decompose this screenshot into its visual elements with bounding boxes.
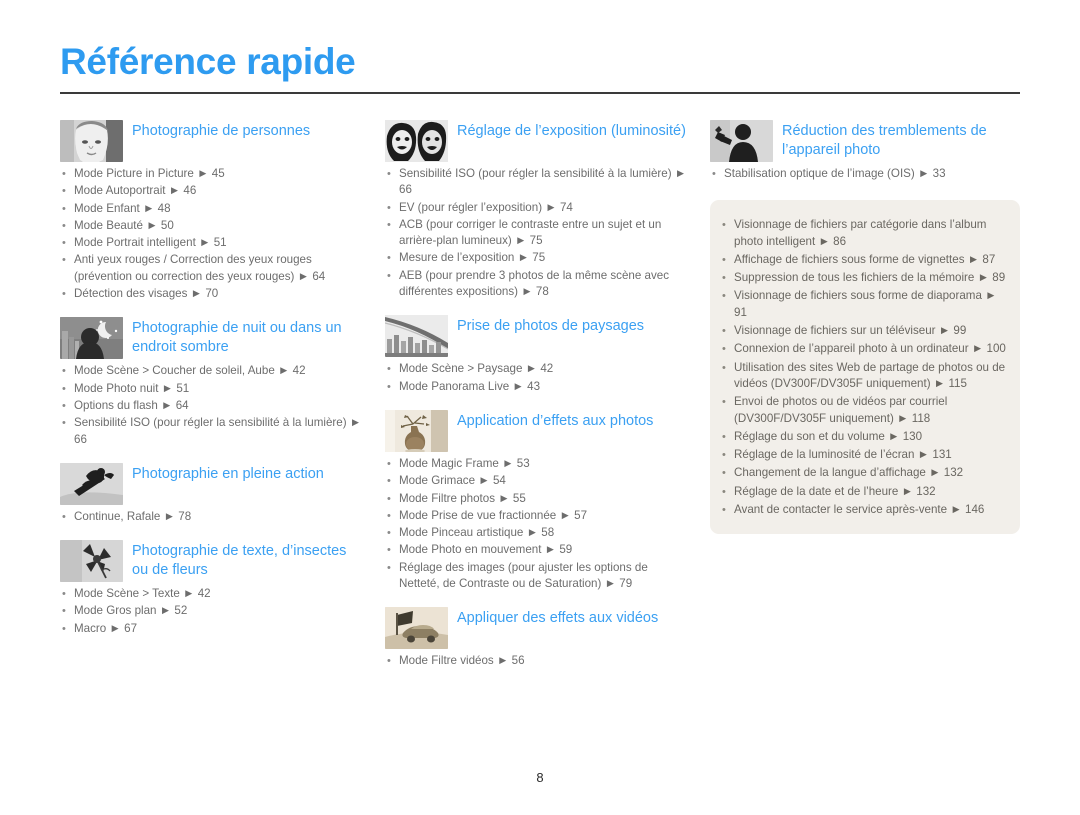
- section-header: Prise de photos de paysages: [385, 314, 688, 358]
- section-items: Mode Picture in Picture ► 45 Mode Autopo…: [60, 166, 363, 303]
- list-item: Avant de contacter le service après-vent…: [720, 502, 1006, 519]
- list-item: Mode Scène > Coucher de soleil, Aube ► 4…: [60, 363, 363, 380]
- section-title: Photographie de nuit ou dans un endroit …: [132, 320, 342, 356]
- list-item: Mesure de l’exposition ► 75: [385, 250, 688, 267]
- list-item: Mode Enfant ► 48: [60, 201, 363, 218]
- list-item: Visionnage de fichiers sous forme de dia…: [720, 288, 1006, 321]
- list-item: Réglage du son et du volume ► 130: [720, 429, 1006, 446]
- section-photo-effects: Application d’effets aux photos Mode Mag…: [385, 409, 688, 592]
- section-title: Photographie en pleine action: [132, 465, 324, 482]
- section-title: Réglage de l’exposition (luminosité): [457, 123, 686, 139]
- section-title: Application d’effets aux photos: [457, 412, 654, 429]
- section-header: Appliquer des effets aux vidéos: [385, 606, 688, 650]
- section-items: Continue, Rafale ► 78: [60, 509, 363, 526]
- section-items: Sensibilité ISO (pour régler la sensibil…: [385, 166, 688, 300]
- list-item: Mode Filtre photos ► 55: [385, 491, 688, 508]
- list-item: Mode Pinceau artistique ► 58: [385, 525, 688, 542]
- list-item: Affichage de fichiers sous forme de vign…: [720, 252, 1006, 269]
- list-item: Mode Scène > Paysage ► 42: [385, 361, 688, 378]
- flower-macro-thumbnail: [60, 540, 123, 583]
- section-camera-shake-reduction: Réduction des tremblements de l’appareil…: [710, 119, 1020, 183]
- section-people-photography: Photographie de personnes Mode Picture i…: [60, 119, 363, 303]
- list-item: Mode Prise de vue fractionnée ► 57: [385, 508, 688, 525]
- list-item: Mode Autoportrait ► 46: [60, 183, 363, 200]
- list-item: Mode Scène > Texte ► 42: [60, 586, 363, 603]
- info-box-items: Visionnage de fichiers par catégorie dan…: [720, 217, 1006, 518]
- playback-settings-info-box: Visionnage de fichiers par catégorie dan…: [710, 200, 1020, 535]
- section-title: Réduction des tremblements de l’appareil…: [782, 123, 987, 158]
- section-header: Réglage de l’exposition (luminosité): [385, 119, 688, 162]
- list-item: Continue, Rafale ► 78: [60, 509, 363, 526]
- list-item: Mode Beauté ► 50: [60, 218, 363, 235]
- quick-reference-page: Référence rapide Photographie de personn…: [0, 0, 1080, 815]
- section-items: Mode Magic Frame ► 53 Mode Grimace ► 54 …: [385, 456, 688, 592]
- page-title: Référence rapide: [60, 41, 356, 82]
- section-header: Photographie de personnes: [60, 119, 363, 162]
- list-item: Mode Photo nuit ► 51: [60, 381, 363, 398]
- section-night-photography: Photographie de nuit ou dans un endroit …: [60, 316, 363, 447]
- section-title: Prise de photos de paysages: [457, 318, 645, 335]
- list-item: Suppression de tous les fichiers de la m…: [720, 270, 1006, 287]
- section-header: Photographie en pleine action: [60, 462, 363, 505]
- column-3: Réduction des tremblements de l’appareil…: [710, 119, 1020, 535]
- list-item: Macro ► 67: [60, 621, 363, 638]
- section-header: Photographie de nuit ou dans un endroit …: [60, 316, 363, 360]
- list-item: Sensibilité ISO (pour régler la sensibil…: [60, 415, 363, 448]
- section-title: Photographie de personnes: [132, 123, 311, 139]
- list-item: Réglage de la date et de l’heure ► 132: [720, 484, 1006, 501]
- section-landscape-photography: Prise de photos de paysages Mode Scène >…: [385, 314, 688, 395]
- list-item: ACB (pour corriger le contraste entre un…: [385, 217, 688, 250]
- section-video-effects: Appliquer des effets aux vidéos Mode Fil…: [385, 606, 688, 670]
- column-2: Réglage de l’exposition (luminosité) Sen…: [385, 119, 710, 684]
- list-item: Mode Grimace ► 54: [385, 473, 688, 490]
- section-exposure-settings: Réglage de l’exposition (luminosité) Sen…: [385, 119, 688, 300]
- section-title: Appliquer des effets aux vidéos: [457, 610, 659, 627]
- list-item: Mode Gros plan ► 52: [60, 603, 363, 620]
- section-header: Réduction des tremblements de l’appareil…: [710, 119, 1020, 162]
- section-header: Photographie de texte, d’insectes ou de …: [60, 539, 363, 583]
- vase-effects-thumbnail: [385, 409, 448, 452]
- two-faces-exposure-thumbnail: [385, 120, 448, 162]
- list-item: Connexion de l’appareil photo à un ordin…: [720, 341, 1006, 358]
- content-columns: Photographie de personnes Mode Picture i…: [60, 119, 1020, 684]
- section-items: Mode Scène > Paysage ► 42 Mode Panorama …: [385, 361, 688, 395]
- section-items: Mode Scène > Coucher de soleil, Aube ► 4…: [60, 363, 363, 447]
- list-item: Mode Picture in Picture ► 45: [60, 166, 363, 183]
- list-item: Mode Panorama Live ► 43: [385, 379, 688, 396]
- title-divider: [60, 92, 1020, 94]
- list-item: Réglage des images (pour ajuster les opt…: [385, 560, 688, 593]
- night-scene-thumbnail: [60, 317, 123, 360]
- section-items: Mode Filtre vidéos ► 56: [385, 653, 688, 670]
- column-1: Photographie de personnes Mode Picture i…: [60, 119, 385, 651]
- section-items: Mode Scène > Texte ► 42 Mode Gros plan ►…: [60, 586, 363, 637]
- list-item: Changement de la langue d’affichage ► 13…: [720, 465, 1006, 482]
- list-item: Utilisation des sites Web de partage de …: [720, 360, 1006, 393]
- section-title: Photographie de texte, d’insectes ou de …: [132, 543, 347, 579]
- list-item: Envoi de photos ou de vidéos par courrie…: [720, 394, 1006, 427]
- portrait-face-thumbnail: [60, 120, 123, 162]
- list-item: Sensibilité ISO (pour régler la sensibil…: [385, 166, 688, 199]
- list-item: Mode Magic Frame ► 53: [385, 456, 688, 473]
- section-items: Stabilisation optique de l’image (OIS) ►…: [710, 166, 1020, 183]
- list-item: Réglage de la luminosité de l’écran ► 13…: [720, 447, 1006, 464]
- section-text-insect-flower-photography: Photographie de texte, d’insectes ou de …: [60, 539, 363, 637]
- list-item: Mode Filtre vidéos ► 56: [385, 653, 688, 670]
- list-item: Anti yeux rouges / Correction des yeux r…: [60, 252, 363, 285]
- list-item: Options du flash ► 64: [60, 398, 363, 415]
- list-item: Visionnage de fichiers par catégorie dan…: [720, 217, 1006, 250]
- section-header: Application d’effets aux photos: [385, 409, 688, 452]
- section-action-photography: Photographie en pleine action Continue, …: [60, 462, 363, 525]
- list-item: Détection des visages ► 70: [60, 286, 363, 303]
- page-number: 8: [536, 770, 544, 785]
- list-item: Mode Portrait intelligent ► 51: [60, 235, 363, 252]
- bridge-landscape-thumbnail: [385, 315, 448, 358]
- list-item: Stabilisation optique de l’image (OIS) ►…: [710, 166, 1020, 183]
- snowboarder-action-thumbnail: [60, 462, 123, 505]
- car-video-effects-thumbnail: [385, 607, 448, 650]
- list-item: AEB (pour prendre 3 photos de la même sc…: [385, 268, 688, 301]
- list-item: EV (pour régler l’exposition) ► 74: [385, 200, 688, 217]
- list-item: Visionnage de fichiers sur un téléviseur…: [720, 323, 1006, 340]
- list-item: Mode Photo en mouvement ► 59: [385, 542, 688, 559]
- camera-shake-person-thumbnail: [710, 120, 773, 162]
